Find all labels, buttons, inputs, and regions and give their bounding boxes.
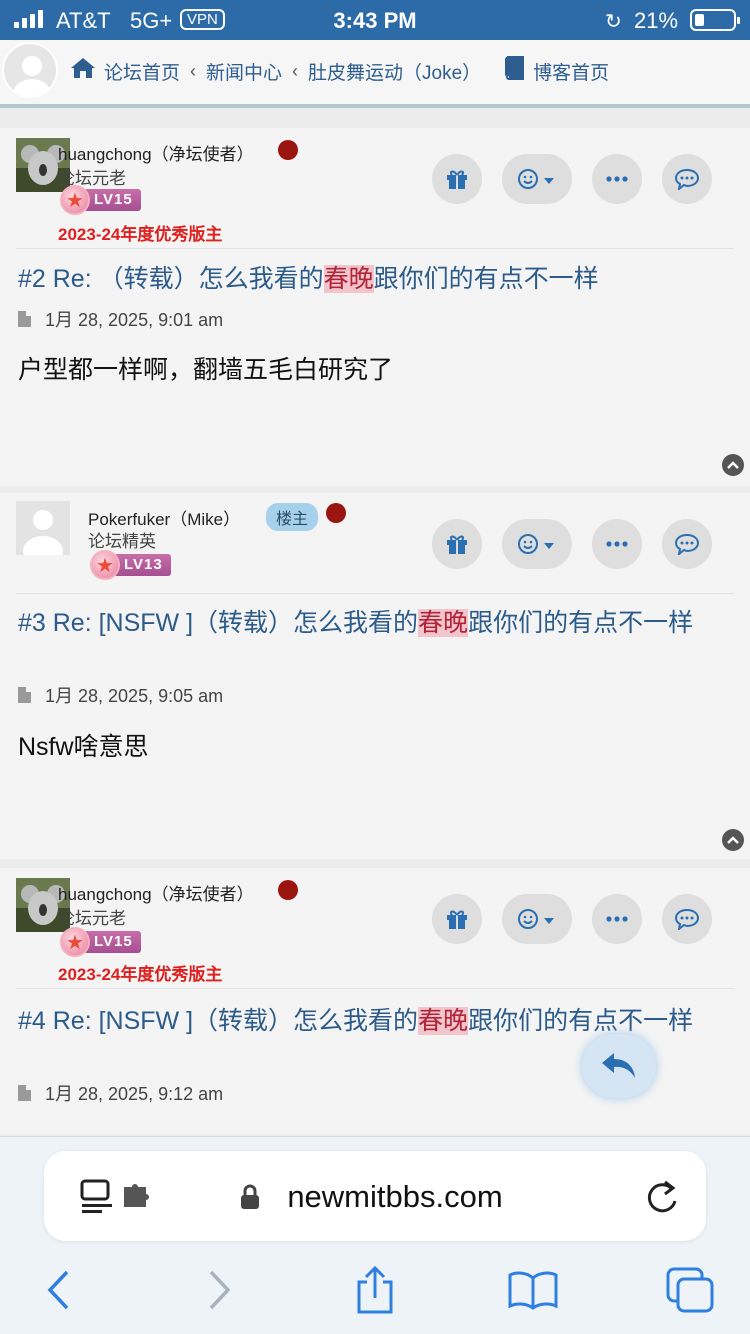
smiley-icon [518,909,554,929]
gift-icon [447,910,467,929]
home-icon[interactable] [70,57,96,85]
gift-button[interactable] [432,894,482,944]
share-button[interactable] [345,1265,405,1315]
gift-button[interactable] [432,154,482,204]
comment-icon [674,908,700,930]
crumb-forum-home[interactable]: 论坛首页 [104,58,180,85]
more-button[interactable] [592,894,642,944]
post-title[interactable]: #3 Re: [NSFW ]（转载）怎么我看的春晚跟你们的有点不一样 [18,606,726,640]
user-rank: 论坛精英 [88,532,156,551]
browser-toolbar: newmitbbs.com [0,1136,750,1334]
crumb-board[interactable]: 肚皮舞运动（Joke） [308,58,481,85]
thread-starter-badge: 楼主 [266,503,319,531]
keyword-highlight: 春晚 [418,1007,469,1035]
user-avatar[interactable] [2,42,58,98]
emoji-reaction-button[interactable] [502,519,572,569]
book-icon [508,1271,558,1310]
smiley-icon [518,169,554,189]
post-body: Nsfw啥意思 [18,733,149,761]
ellipsis-icon [606,176,628,182]
post-date: 1月 28, 2025, 9:05 am [45,686,224,706]
divider [16,593,734,594]
post-card: Pokerfuker（Mike） 楼主 论坛精英 ★ LV13 #3 Re: [N… [0,493,750,859]
document-icon [18,687,31,703]
forum-navbar: 论坛首页 ‹ 新闻中心 ‹ 肚皮舞运动（Joke） 博客首页 [0,40,750,108]
post-card: huangchong（净坛使者） 论坛元老 ★ LV15 2023-24年度优秀版… [0,128,750,486]
level-badge: ★ LV15 [60,927,141,957]
smiley-icon [518,534,554,554]
post-date: 1月 28, 2025, 9:12 am [45,1084,224,1104]
divider [16,988,734,989]
comment-icon [674,533,700,555]
post-body: 户型都一样啊，翻墙五毛白研究了 [18,356,394,384]
back-button[interactable] [28,1265,88,1315]
bookmarks-button[interactable] [503,1265,563,1315]
battery-percent: 21% [634,8,679,33]
ellipsis-icon [606,541,628,547]
user-rank: 论坛元老 [58,909,126,928]
reload-icon[interactable] [645,1179,679,1215]
star-icon: ★ [60,185,90,215]
emoji-reaction-button[interactable] [502,894,572,944]
reply-button[interactable] [582,1034,656,1098]
username[interactable]: huangchong（净坛使者） [58,880,254,905]
divider [16,248,734,249]
ellipsis-icon [606,916,628,922]
chevron-up-icon[interactable] [722,454,744,476]
gift-icon [447,535,467,554]
status-bar: AT&T 5G+ VPN 3:43 PM ↻ 21% [0,0,750,40]
post-title[interactable]: #4 Re: [NSFW ]（转载）怎么我看的春晚跟你们的有点不一样 [18,1004,726,1038]
post-meta: 1月 28, 2025, 9:05 am [18,682,223,708]
default-avatar[interactable] [16,501,70,555]
level-badge: ★ LV15 [60,185,141,215]
comment-icon [674,168,700,190]
crumb-news-center[interactable]: 新闻中心 [206,58,282,85]
document-icon [18,1085,31,1101]
post-meta: 1月 28, 2025, 9:01 am [18,306,223,332]
post-title[interactable]: #2 Re: （转载）怎么我看的春晚跟你们的有点不一样 [18,262,726,296]
chevron-left-icon: ‹ [190,60,197,81]
chevron-right-icon [209,1270,231,1310]
award-label: 2023-24年度优秀版主 [58,965,223,984]
offline-status-dot [278,140,298,160]
award-label: 2023-24年度优秀版主 [58,225,223,244]
keyword-highlight: 春晚 [418,609,469,637]
battery-icon [690,9,740,31]
blog-home-link[interactable]: 博客首页 [533,58,609,85]
url-text[interactable]: newmitbbs.com [44,1179,706,1215]
comment-button[interactable] [662,519,712,569]
rotation-lock-icon: ↻ [605,11,622,33]
star-icon: ★ [90,550,120,580]
post-date: 1月 28, 2025, 9:01 am [45,310,224,330]
forward-button[interactable] [190,1265,250,1315]
keyword-highlight: 春晚 [323,265,374,293]
star-icon: ★ [60,927,90,957]
offline-status-dot [326,503,346,523]
gift-icon [447,170,467,189]
chevron-left-icon: ‹ [292,60,299,81]
document-icon [18,311,31,327]
more-button[interactable] [592,519,642,569]
comment-button[interactable] [662,154,712,204]
reply-icon [602,1053,635,1078]
post-meta: 1月 28, 2025, 9:12 am [18,1080,223,1106]
gift-button[interactable] [432,519,482,569]
offline-status-dot [278,880,298,900]
address-bar[interactable]: newmitbbs.com [44,1151,706,1241]
tabs-icon [666,1267,714,1313]
level-badge: ★ LV13 [90,550,171,580]
share-icon [357,1266,393,1314]
chevron-up-icon[interactable] [722,829,744,851]
more-button[interactable] [592,154,642,204]
chevron-left-icon [47,1270,69,1310]
breadcrumb: 论坛首页 ‹ 新闻中心 ‹ 肚皮舞运动（Joke） 博客首页 [70,56,609,86]
tabs-button[interactable] [660,1265,720,1315]
book-icon[interactable] [503,56,525,86]
comment-button[interactable] [662,894,712,944]
username[interactable]: huangchong（净坛使者） [58,140,254,165]
emoji-reaction-button[interactable] [502,154,572,204]
